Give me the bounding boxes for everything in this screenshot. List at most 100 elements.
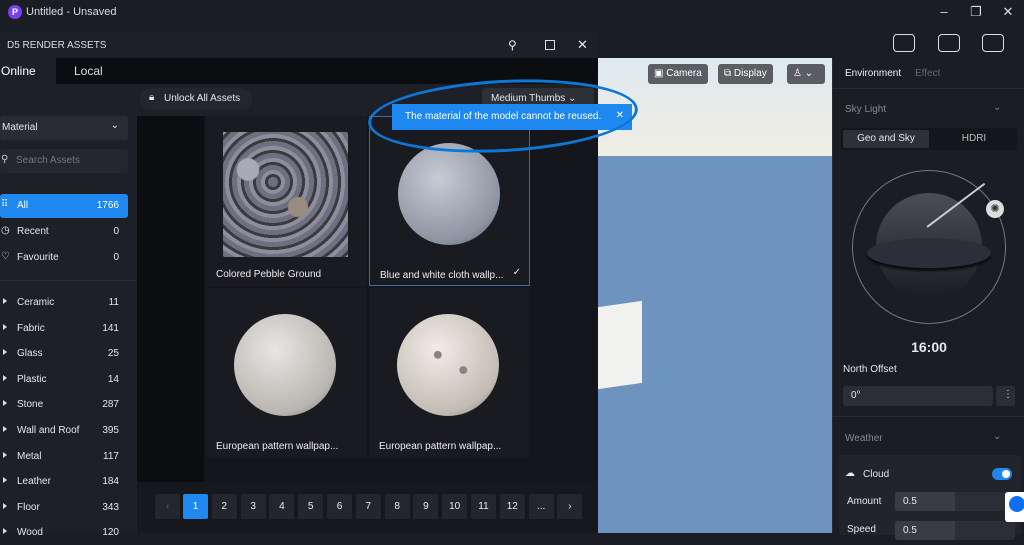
heart-icon: ♡	[1, 251, 10, 262]
chevron-down-icon: ⌄	[110, 120, 119, 131]
unlock-all-assets-button[interactable]: 🔒︎ Unlock All Assets	[140, 88, 252, 110]
page-button[interactable]: 4	[269, 494, 295, 519]
nav-item-all[interactable]: ⠿ All 1766	[0, 194, 128, 218]
assets-title: D5 RENDER ASSETS	[7, 40, 107, 51]
tab-geo-and-sky[interactable]: Geo and Sky	[843, 130, 929, 148]
tab-local[interactable]: Local	[74, 64, 103, 78]
page-button[interactable]: 5	[298, 494, 324, 519]
maximize-icon[interactable]	[545, 40, 555, 50]
wallpaper-sphere-thumbnail	[234, 314, 336, 416]
expand-arrow-icon	[3, 477, 7, 484]
assets-header: D5 RENDER ASSETS ⚲ ✕	[0, 32, 598, 58]
cloud-label: Cloud	[863, 469, 890, 480]
category-label: Plastic	[17, 373, 47, 385]
clock-icon: ◷	[1, 225, 10, 236]
minimize-icon[interactable]: –	[934, 4, 954, 20]
lock-icon: 🔒︎	[149, 92, 155, 103]
expand-arrow-icon	[3, 400, 7, 407]
weather-header[interactable]: Weather	[845, 433, 883, 444]
category-item[interactable]: Glass 25	[0, 342, 128, 366]
page-button[interactable]: 8	[384, 494, 410, 519]
3d-viewport[interactable]: ▣ Camera ⧉ Display ♙ ⌄	[598, 58, 832, 533]
expand-arrow-icon	[3, 426, 7, 432]
divider	[833, 416, 1024, 417]
page-button[interactable]: 6	[327, 494, 352, 519]
expand-arrow-icon	[3, 374, 7, 381]
category-item[interactable]: Floor 343	[0, 496, 128, 520]
page-button[interactable]: 1	[183, 494, 208, 519]
page-button[interactable]: 2	[211, 494, 237, 519]
asset-card[interactable]: Colored Pebble Ground	[206, 116, 367, 286]
north-offset-input[interactable]: 0°	[843, 386, 993, 406]
display-label: Display	[733, 68, 767, 79]
category-item[interactable]: Leather 184	[0, 470, 128, 494]
category-label: Wall and Roof	[17, 425, 80, 436]
category-count: 141	[102, 322, 119, 334]
nav-count: 1766	[96, 200, 119, 211]
prev-page-button[interactable]: ‹	[155, 494, 180, 519]
render-queue-icon[interactable]	[982, 34, 1004, 52]
category-item[interactable]: Plastic 14	[0, 368, 128, 392]
category-count: 343	[102, 501, 119, 513]
page-button[interactable]: 7	[355, 494, 381, 519]
close-window-icon[interactable]: ✕	[998, 4, 1018, 20]
category-select-value: Material	[2, 122, 38, 133]
nav-label: Recent	[17, 226, 49, 237]
nav-item-recent[interactable]: ◷ Recent 0	[0, 220, 128, 244]
restore-icon[interactable]: ❐	[966, 4, 986, 20]
chevron-down-icon[interactable]: ⌄	[993, 102, 1001, 113]
asset-card[interactable]: European pattern wallpap...	[369, 288, 530, 458]
category-count: 117	[103, 450, 119, 462]
video-icon[interactable]	[938, 34, 960, 52]
search-input[interactable]: ⚲ Search Assets	[0, 149, 128, 173]
display-button[interactable]: ⧉ Display	[718, 64, 773, 84]
more-options-icon[interactable]: ⋮	[996, 386, 1015, 406]
grid-icon: ⠿	[1, 199, 9, 210]
speed-slider[interactable]: 0.5	[895, 521, 1015, 540]
category-item[interactable]: Wood 120	[0, 521, 128, 545]
category-item[interactable]: Ceramic 11	[0, 291, 128, 315]
page-button[interactable]: 10	[442, 494, 468, 519]
pin-icon[interactable]: ⚲	[508, 38, 517, 52]
teamviewer-icon[interactable]	[1005, 492, 1024, 522]
expand-arrow-icon	[3, 298, 7, 304]
asset-name: Blue and white cloth wallp...	[380, 270, 504, 281]
sun-handle-icon[interactable]: ✺	[986, 200, 1004, 218]
page-button[interactable]: 3	[240, 494, 266, 519]
asset-card[interactable]: European pattern wallpap...	[206, 288, 367, 458]
nav-count: 0	[113, 226, 119, 237]
speed-label: Speed	[847, 524, 876, 535]
scene-box-object[interactable]	[598, 300, 642, 390]
category-item[interactable]: Wall and Roof 395	[0, 419, 128, 443]
category-label: Floor	[17, 501, 40, 513]
category-item[interactable]: Stone 287	[0, 393, 128, 417]
category-item[interactable]: Fabric 141	[0, 317, 128, 341]
close-icon[interactable]: ✕	[577, 37, 588, 53]
tab-environment[interactable]: Environment	[845, 68, 901, 79]
category-label: Fabric	[17, 322, 45, 334]
sky-mode-toggle: Geo and Sky HDRI	[841, 128, 1017, 150]
category-label: Leather	[17, 476, 51, 488]
chevron-down-icon[interactable]: ⌄	[993, 431, 1001, 442]
page-button[interactable]: ...	[528, 494, 554, 519]
amount-slider[interactable]: 0.5	[895, 492, 1015, 511]
category-select[interactable]: Material ⌄	[0, 116, 128, 140]
expand-arrow-icon	[3, 323, 7, 330]
category-label: Metal	[17, 450, 42, 462]
tab-online[interactable]: Online	[0, 58, 56, 84]
page-button[interactable]: 12	[499, 494, 525, 519]
next-page-button[interactable]: ›	[557, 494, 583, 519]
nav-item-favourite[interactable]: ♡ Favourite 0	[0, 246, 128, 270]
tab-effect[interactable]: Effect	[915, 68, 940, 79]
cloud-toggle[interactable]	[992, 468, 1012, 480]
asset-name: Colored Pebble Ground	[216, 269, 322, 280]
page-button[interactable]: 11	[471, 494, 496, 519]
view-mode-dropdown[interactable]: ♙ ⌄	[787, 64, 825, 84]
page-button[interactable]: 9	[413, 494, 439, 519]
cloud-icon: ☁︎	[845, 468, 855, 479]
tab-hdri[interactable]: HDRI	[931, 133, 1017, 144]
sky-light-header[interactable]: Sky Light	[845, 104, 886, 115]
category-item[interactable]: Metal 117	[0, 445, 128, 469]
screenshot-camera-icon[interactable]	[893, 34, 915, 52]
camera-button[interactable]: ▣ Camera	[648, 64, 708, 84]
